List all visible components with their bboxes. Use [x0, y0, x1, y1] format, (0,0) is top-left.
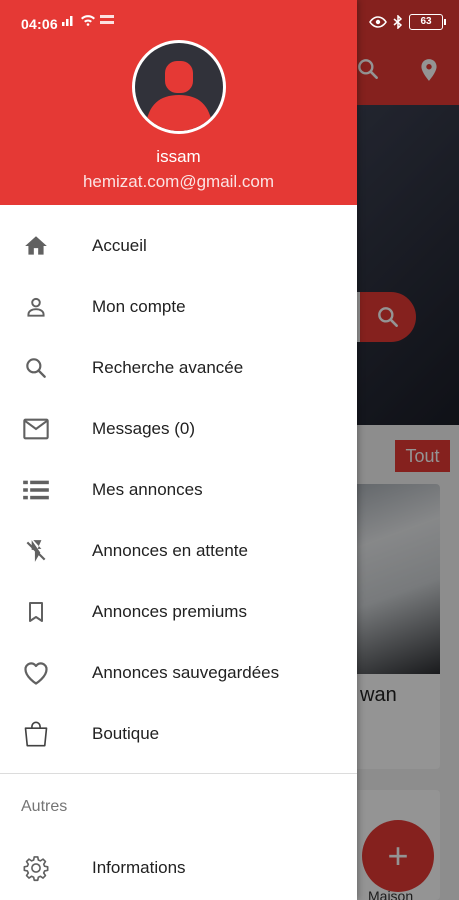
navigation-drawer: issam hemizat.com@gmail.com Accueil Mon …	[0, 0, 357, 900]
status-bar: 04:06 63	[0, 0, 459, 44]
section-title: Autres	[21, 798, 68, 815]
menu-item-mes-annonces[interactable]: Mes annonces	[0, 459, 357, 520]
shopping-bag-icon	[22, 720, 50, 748]
user-email: hemizat.com@gmail.com	[82, 172, 275, 191]
search-icon	[22, 354, 50, 382]
status-time: 04:06	[21, 16, 58, 32]
menu-item-boutique[interactable]: Boutique	[0, 703, 357, 764]
menu-item-label: Boutique	[92, 723, 160, 743]
avatar[interactable]	[132, 40, 226, 134]
divider	[0, 773, 357, 774]
menu-item-label: Accueil	[92, 235, 147, 255]
home-icon	[22, 232, 50, 260]
menu-item-informations[interactable]: Informations	[0, 837, 357, 898]
menu-item-annonces-premiums[interactable]: Annonces premiums	[0, 581, 357, 642]
menu-item-label: Mes annonces	[92, 479, 203, 499]
menu-item-mon-compte[interactable]: Mon compte	[0, 276, 357, 337]
menu-item-label: Mon compte	[92, 296, 186, 316]
network-speed-icon	[100, 15, 114, 24]
status-left-icons	[62, 14, 116, 26]
eye-icon	[369, 16, 387, 28]
heart-icon	[22, 659, 50, 687]
user-name: issam	[156, 147, 201, 166]
person-icon	[22, 293, 50, 321]
battery-indicator: 63	[409, 14, 446, 30]
menu-item-recherche-avancee[interactable]: Recherche avancée	[0, 337, 357, 398]
mail-icon	[22, 415, 50, 443]
menu-item-label: Messages (0)	[92, 418, 195, 438]
wifi-icon	[81, 15, 95, 26]
menu-item-label: Annonces premiums	[92, 601, 247, 621]
status-right-icons: 63	[369, 14, 446, 30]
list-icon	[22, 476, 50, 504]
menu-item-label: Recherche avancée	[92, 357, 244, 377]
menu-item-annonces-sauvegardees[interactable]: Annonces sauvegardées	[0, 642, 357, 703]
menu-item-messages[interactable]: Messages (0)	[0, 398, 357, 459]
menu-item-accueil[interactable]: Accueil	[0, 215, 357, 276]
menu-item-label: Annonces en attente	[92, 540, 248, 560]
signal-icon	[62, 16, 73, 26]
menu-item-label: Annonces sauvegardées	[92, 662, 280, 682]
flash-off-icon	[22, 537, 50, 565]
menu-item-annonces-en-attente[interactable]: Annonces en attente	[0, 520, 357, 581]
bookmark-icon	[22, 598, 50, 626]
menu-item-label: Informations	[92, 857, 186, 877]
user-silhouette-icon	[135, 43, 223, 131]
gear-icon	[22, 854, 50, 882]
bluetooth-icon	[393, 15, 403, 29]
